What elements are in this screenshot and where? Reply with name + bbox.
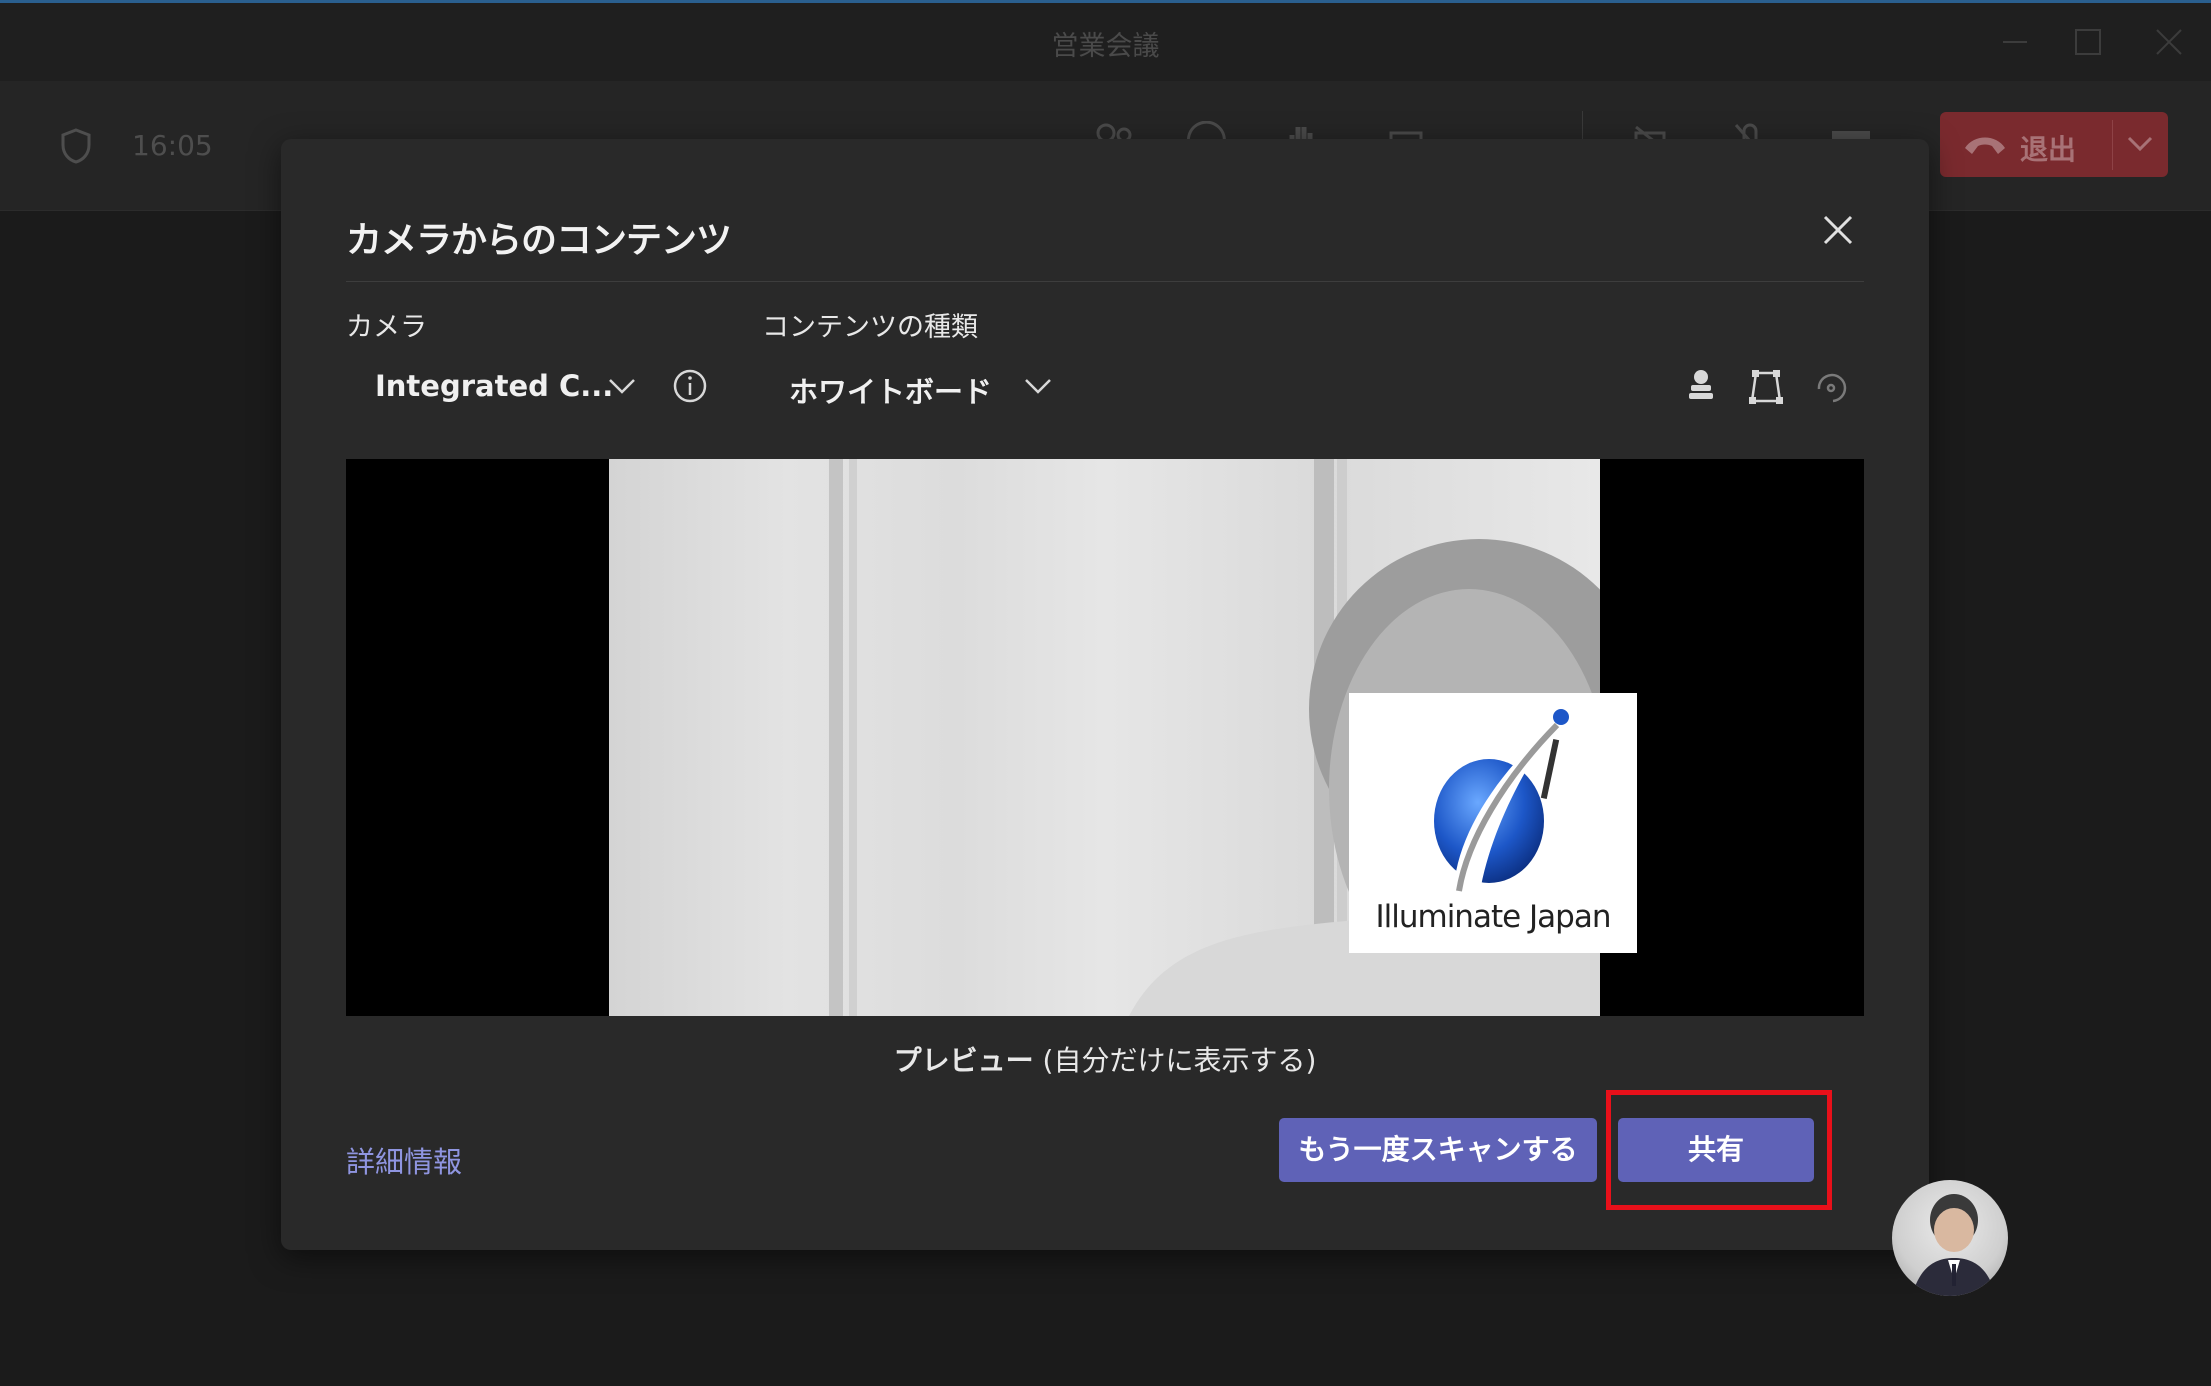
info-icon[interactable]: [672, 368, 708, 404]
shield-icon: [61, 128, 91, 164]
meeting-time: 16:05: [132, 129, 213, 162]
logo-mark: [1434, 709, 1569, 892]
title-divider: [346, 281, 1864, 282]
illuminate-japan-logo: Illuminate Japan: [1349, 693, 1637, 953]
preview-caption: プレビュー (自分だけに表示する): [281, 1039, 1929, 1079]
crop-icon[interactable]: [1746, 367, 1786, 407]
avatar[interactable]: [1892, 1180, 2008, 1296]
title-bar: 営業会議: [0, 0, 2211, 81]
maximize-icon[interactable]: [2067, 24, 2107, 60]
phone-icon: [1965, 137, 2005, 154]
rescan-button[interactable]: もう一度スキャンする: [1279, 1118, 1597, 1182]
ink-icon[interactable]: [1681, 367, 1721, 407]
title-bar-accent: [0, 0, 2211, 3]
chevron-down-icon[interactable]: [2126, 134, 2154, 154]
camera-select[interactable]: Integrated C...: [375, 369, 613, 403]
content-type-label: コンテンツの種類: [762, 312, 978, 343]
content-type-select[interactable]: ホワイトボード: [789, 369, 992, 411]
share-button-highlight: [1606, 1090, 1832, 1210]
camera-dropdown-chevron-icon[interactable]: [607, 375, 637, 399]
details-link[interactable]: 詳細情報: [346, 1139, 462, 1181]
avatar-photo: [1912, 1194, 1996, 1296]
content-type-dropdown-chevron-icon[interactable]: [1023, 375, 1053, 399]
rotate-icon[interactable]: [1811, 367, 1851, 407]
minimize-icon[interactable]: [1995, 24, 2035, 60]
preview-caption-bold: プレビュー: [893, 1044, 1034, 1077]
camera-label: カメラ: [346, 312, 427, 343]
camera-preview: Illuminate Japan: [346, 459, 1864, 1016]
logo-text: Illuminate Japan: [1375, 899, 1611, 935]
content-from-camera-dialog: カメラからのコンテンツ カメラ Integrated C... コンテンツの種類…: [281, 139, 1929, 1250]
leave-label: 退出: [2020, 133, 2077, 166]
preview-caption-rest: (自分だけに表示する): [1033, 1044, 1317, 1077]
close-icon[interactable]: [1821, 213, 1855, 247]
leave-button[interactable]: 退出: [1940, 112, 2168, 177]
window-title: 営業会議: [1051, 31, 1160, 62]
leave-separator: [2112, 120, 2113, 170]
window-close-icon[interactable]: [2149, 24, 2189, 60]
dialog-title: カメラからのコンテンツ: [346, 220, 732, 261]
